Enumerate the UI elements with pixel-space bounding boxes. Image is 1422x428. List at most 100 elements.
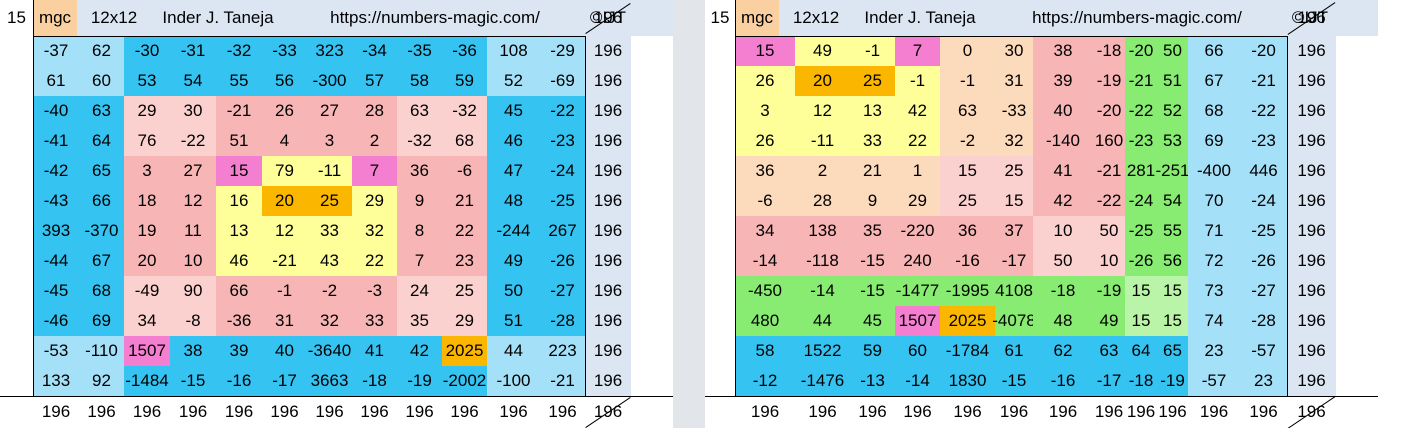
grid-cell: 39 <box>216 336 262 366</box>
grid-cell: -21 <box>540 366 585 396</box>
grid-cell: 323 <box>307 36 352 66</box>
grid-cell: 60 <box>895 336 940 366</box>
grid-cell: -23 <box>1125 126 1157 156</box>
grid-cell: 25 <box>940 186 995 216</box>
grid-cell: -450 <box>735 276 795 306</box>
grid-cell: 59 <box>442 66 487 96</box>
grid-cell: 70 <box>1188 186 1240 216</box>
grid-cell: 52 <box>1157 96 1188 126</box>
grid-cell: 3 <box>307 126 352 156</box>
grid-cell: -24 <box>540 156 585 186</box>
grid-cell: 48 <box>1033 306 1093 336</box>
grid-cell: -28 <box>540 306 585 336</box>
grid-cell: -400 <box>1188 156 1240 186</box>
grid-cell: 40 <box>262 336 307 366</box>
grid-cell: -118 <box>795 246 850 276</box>
row-sum-cell: 196 <box>585 126 631 156</box>
grid-cell: 42 <box>1033 186 1093 216</box>
grid-cell: 63 <box>1093 336 1125 366</box>
grid-cell: 15 <box>995 186 1033 216</box>
row-label-column <box>0 0 33 428</box>
grid-cell: 13 <box>850 96 895 126</box>
row-sum-cell: 196 <box>585 246 631 276</box>
grid-cell: 46 <box>487 126 540 156</box>
grid-cell: -69 <box>540 66 585 96</box>
grid-cell: -2002 <box>442 366 487 396</box>
grid-cell: 53 <box>124 66 170 96</box>
column-sum-cell: 196 <box>178 402 208 421</box>
grid-cell: 33 <box>352 306 397 336</box>
column-sum-cell: 196 <box>1048 402 1078 421</box>
grid-cell: -36 <box>442 36 487 66</box>
grid-cell: 32 <box>307 306 352 336</box>
grid-cell: -14 <box>795 276 850 306</box>
grid-cell: -100 <box>487 366 540 396</box>
grid-cell: 61 <box>995 336 1033 366</box>
grid-cell: -40 <box>33 96 79 126</box>
grid-cell: 22 <box>352 246 397 276</box>
row-sum-cell: 196 <box>1287 186 1336 216</box>
row-sum-cell: 196 <box>585 306 631 336</box>
grid-cell: 23 <box>442 246 487 276</box>
grid-cell: 62 <box>79 36 124 66</box>
grid-cell: -19 <box>1093 66 1125 96</box>
grid-cell: 66 <box>79 186 124 216</box>
region-border <box>735 36 1287 37</box>
grid-cell: 1507 <box>124 336 170 366</box>
grid-cell: -36 <box>216 306 262 336</box>
grid-cell: 25 <box>850 66 895 96</box>
grid-cell: 23 <box>1188 336 1240 366</box>
grid-cell: -34 <box>352 36 397 66</box>
grid-cell: -8 <box>170 306 216 336</box>
grid-cell: 50 <box>487 276 540 306</box>
grid-cell: 7 <box>397 246 442 276</box>
region-border <box>33 36 585 37</box>
column-sum-cell: 196 <box>548 402 577 421</box>
grid-cell: 56 <box>262 66 307 96</box>
grid-cell: -17 <box>995 246 1033 276</box>
grid-cell: -25 <box>540 186 585 216</box>
row-sum-cell: 196 <box>585 276 631 306</box>
grid-cell: 49 <box>487 246 540 276</box>
grid-cell: -32 <box>216 36 262 66</box>
grid-cell: -370 <box>79 216 124 246</box>
grid-cell: 28 <box>795 186 850 216</box>
column-sum-cell: 196 <box>87 402 116 421</box>
grid-cell: -14 <box>735 246 795 276</box>
header-url: https://numbers-magic.com/ <box>330 8 540 27</box>
grid-cell: 15 <box>1157 306 1188 336</box>
grid-cell: -18 <box>1125 366 1157 396</box>
grid-cell: 27 <box>307 96 352 126</box>
grid-cell: -1 <box>850 36 895 66</box>
grid-cell: 21 <box>850 156 895 186</box>
grid-cell: -57 <box>1240 336 1287 366</box>
grid-cell: 240 <box>895 246 940 276</box>
grid-cell: 10 <box>1033 216 1093 246</box>
grid-cell: 79 <box>262 156 307 186</box>
grid-cell: 31 <box>995 66 1033 96</box>
grid-cell: -49 <box>124 276 170 306</box>
row-sum-cell: 196 <box>1287 156 1336 186</box>
grid-cell: 7 <box>352 156 397 186</box>
grid-cell: 60 <box>79 66 124 96</box>
grid-cell: -21 <box>1093 156 1125 186</box>
row-sum-cell: 196 <box>1287 276 1336 306</box>
grid-cell: 66 <box>216 276 262 306</box>
grid-cell: -21 <box>216 96 262 126</box>
grid-cell: -42 <box>33 156 79 186</box>
row-sum-cell: 196 <box>585 96 631 126</box>
grid-cell: 55 <box>1157 216 1188 246</box>
grid-cell: -24 <box>1125 186 1157 216</box>
grid-cell: 133 <box>33 366 79 396</box>
grid-cell: 38 <box>1033 36 1093 66</box>
row-sum-cell: 196 <box>585 216 631 246</box>
grid-cell: 39 <box>1033 66 1093 96</box>
grid-cell: -6 <box>442 156 487 186</box>
column-sum-cell: 196 <box>1126 402 1156 421</box>
grid-cell: 50 <box>1157 36 1188 66</box>
grid-cell: -25 <box>1125 216 1157 246</box>
grid-cell: 4 <box>262 126 307 156</box>
column-sum-cell: 196 <box>270 402 299 421</box>
grid-cell: 2025 <box>940 306 995 336</box>
row-sum-cell: 196 <box>1287 66 1336 96</box>
